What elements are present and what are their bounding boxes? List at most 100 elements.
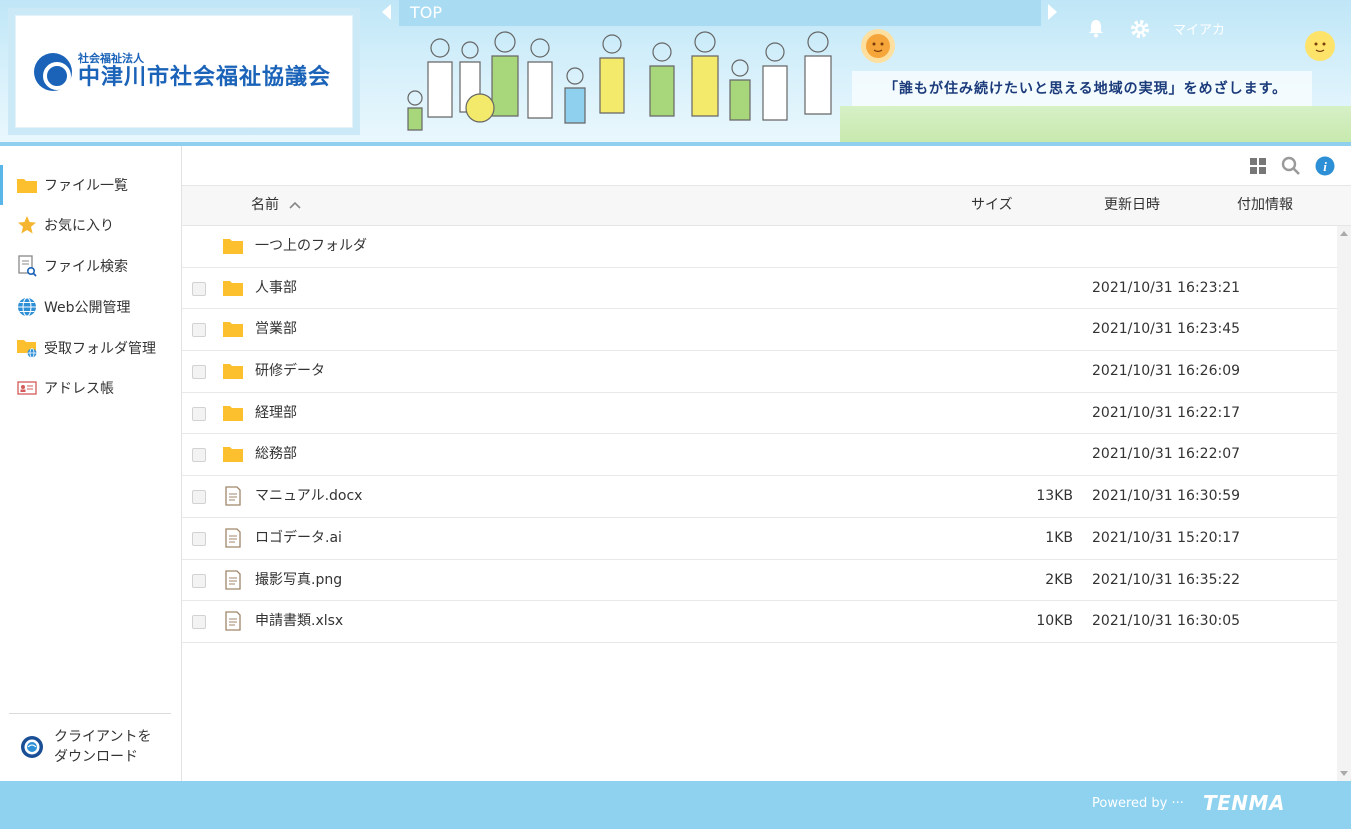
row-checkbox[interactable] xyxy=(192,323,206,338)
table-header: 名前 サイズ 更新日時 付加情報 xyxy=(182,186,1351,226)
table-row[interactable]: 総務部 2021/10/31 16:22:07 xyxy=(182,434,1337,477)
row-checkbox[interactable] xyxy=(192,615,206,630)
powered-by-text: Powered by ··· xyxy=(1092,796,1184,811)
svg-text:i: i xyxy=(1323,159,1327,174)
nav-next-arrow-icon[interactable] xyxy=(1048,4,1057,20)
file-date: 2021/10/31 16:23:21 xyxy=(1092,279,1241,296)
table-row[interactable]: 研修データ 2021/10/31 16:26:09 xyxy=(182,351,1337,393)
scroll-down-arrow-icon[interactable] xyxy=(1340,771,1348,776)
sidebar-item-favorites[interactable]: お気に入り xyxy=(0,205,181,245)
document-icon xyxy=(225,611,241,631)
row-checkbox[interactable] xyxy=(192,406,206,421)
sidebar-item-web-publish[interactable]: Web公開管理 xyxy=(0,287,181,327)
folder-icon xyxy=(223,364,243,380)
slogan-text: 「誰もが住み続けたいと思える地域の実現」をめざします。 xyxy=(852,71,1312,107)
sort-ascending-icon[interactable] xyxy=(289,200,301,210)
tenma-logo[interactable]: TENMA xyxy=(1203,791,1285,815)
folder-icon xyxy=(223,239,243,254)
row-checkbox[interactable] xyxy=(192,573,206,588)
sun-icon xyxy=(861,29,895,63)
bell-icon[interactable] xyxy=(1087,18,1105,38)
logo-mark-icon xyxy=(34,52,72,91)
table-row[interactable]: ロゴデータ.ai 1KB 2021/10/31 15:20:17 xyxy=(182,518,1337,560)
my-account-link[interactable]: マイアカ xyxy=(1173,19,1225,38)
logo-title: 中津川市社会福祉協議会 xyxy=(78,65,332,90)
file-name: 総務部 xyxy=(255,446,297,463)
file-search-icon xyxy=(16,255,38,277)
sidebar: ファイル一覧 お気に入り ファイル検索 Web公開管理 受取フォルダ管理 アドレ… xyxy=(0,146,182,781)
gear-icon[interactable] xyxy=(1129,18,1151,40)
table-row-parent-folder[interactable]: 一つ上のフォルダ xyxy=(182,226,1337,268)
logo-subtitle: 社会福祉法人 xyxy=(78,52,144,65)
file-date: 2021/10/31 16:22:17 xyxy=(1092,404,1241,421)
people-illustration xyxy=(407,31,832,131)
table-row[interactable]: マニュアル.docx 13KB 2021/10/31 16:30:59 xyxy=(182,476,1337,518)
column-header-name[interactable]: 名前 xyxy=(251,186,279,224)
column-header-size[interactable]: サイズ xyxy=(971,186,1013,224)
folder-icon xyxy=(223,405,243,421)
sidebar-item-label: ファイル一覧 xyxy=(44,178,128,194)
file-name: 経理部 xyxy=(255,404,297,421)
file-name: 研修データ xyxy=(255,363,325,380)
folder-icon xyxy=(223,280,243,296)
sidebar-item-file-list[interactable]: ファイル一覧 xyxy=(0,165,181,205)
file-list-panel: i 名前 サイズ 更新日時 付加情報 一つ上のフォルダ 人事部 2021/10/… xyxy=(182,146,1351,781)
logo-frame[interactable]: 社会福祉法人 中津川市社会福祉協議会 xyxy=(8,8,360,135)
file-date: 2021/10/31 16:35:22 xyxy=(1092,571,1241,588)
sidebar-item-label: 受取フォルダ管理 xyxy=(44,341,156,357)
file-name: マニュアル.docx xyxy=(255,488,363,505)
column-header-info[interactable]: 付加情報 xyxy=(1237,186,1293,224)
folder-icon xyxy=(16,174,38,196)
info-icon[interactable]: i xyxy=(1315,156,1335,176)
row-checkbox[interactable] xyxy=(192,531,206,546)
flower-mascot-icon xyxy=(1305,31,1335,61)
sidebar-item-label: Web公開管理 xyxy=(44,300,131,316)
sidebar-item-address-book[interactable]: アドレス帳 xyxy=(0,368,181,408)
top-breadcrumb[interactable]: TOP xyxy=(399,0,1041,26)
file-date: 2021/10/31 15:20:17 xyxy=(1092,529,1241,546)
scroll-up-arrow-icon[interactable] xyxy=(1340,231,1348,236)
table-row[interactable]: 撮影写真.png 2KB 2021/10/31 16:35:22 xyxy=(182,560,1337,602)
folder-globe-icon xyxy=(16,337,38,359)
download-client-link[interactable]: クライアントを ダウンロード xyxy=(20,727,180,767)
column-header-updated[interactable]: 更新日時 xyxy=(1104,186,1160,224)
file-name: 人事部 xyxy=(255,279,297,296)
logo: 社会福祉法人 中津川市社会福祉協議会 xyxy=(15,15,353,128)
folder-icon xyxy=(223,322,243,338)
document-icon xyxy=(225,528,241,548)
search-icon[interactable] xyxy=(1281,156,1301,176)
sidebar-item-file-search[interactable]: ファイル検索 xyxy=(0,246,181,286)
file-size: 1KB xyxy=(1045,529,1073,546)
sidebar-item-receive-folder[interactable]: 受取フォルダ管理 xyxy=(0,328,181,368)
vertical-scrollbar[interactable] xyxy=(1337,226,1351,781)
row-checkbox[interactable] xyxy=(192,365,206,380)
file-size: 10KB xyxy=(1036,613,1073,630)
file-date: 2021/10/31 16:30:59 xyxy=(1092,488,1241,505)
grid-view-icon[interactable] xyxy=(1248,156,1268,176)
grass-decoration xyxy=(840,106,1351,142)
header-banner: 社会福祉法人 中津川市社会福祉協議会 TOP マイアカ 「誰もが住み続けたいと思… xyxy=(0,0,1351,146)
table-row[interactable]: 申請書類.xlsx 10KB 2021/10/31 16:30:05 xyxy=(182,601,1337,643)
nav-prev-arrow-icon[interactable] xyxy=(382,4,391,20)
table-row[interactable]: 経理部 2021/10/31 16:22:17 xyxy=(182,393,1337,435)
sidebar-item-label: アドレス帳 xyxy=(44,381,114,397)
file-name: 申請書類.xlsx xyxy=(255,613,344,630)
file-name: 一つ上のフォルダ xyxy=(255,238,367,254)
file-date: 2021/10/31 16:30:05 xyxy=(1092,613,1241,630)
row-checkbox[interactable] xyxy=(192,490,206,505)
document-icon xyxy=(225,486,241,506)
globe-icon xyxy=(16,296,38,318)
row-checkbox[interactable] xyxy=(192,281,206,296)
file-name: 営業部 xyxy=(255,321,297,338)
folder-icon xyxy=(223,447,243,463)
file-date: 2021/10/31 16:23:45 xyxy=(1092,321,1241,338)
sidebar-item-label: ファイル検索 xyxy=(44,259,128,275)
table-row[interactable]: 人事部 2021/10/31 16:23:21 xyxy=(182,268,1337,310)
file-size: 2KB xyxy=(1045,571,1073,588)
sidebar-divider xyxy=(9,713,171,714)
sidebar-item-label: お気に入り xyxy=(44,218,114,234)
star-icon xyxy=(16,214,38,236)
table-row[interactable]: 営業部 2021/10/31 16:23:45 xyxy=(182,309,1337,352)
file-date: 2021/10/31 16:26:09 xyxy=(1092,363,1241,380)
row-checkbox[interactable] xyxy=(192,448,206,463)
